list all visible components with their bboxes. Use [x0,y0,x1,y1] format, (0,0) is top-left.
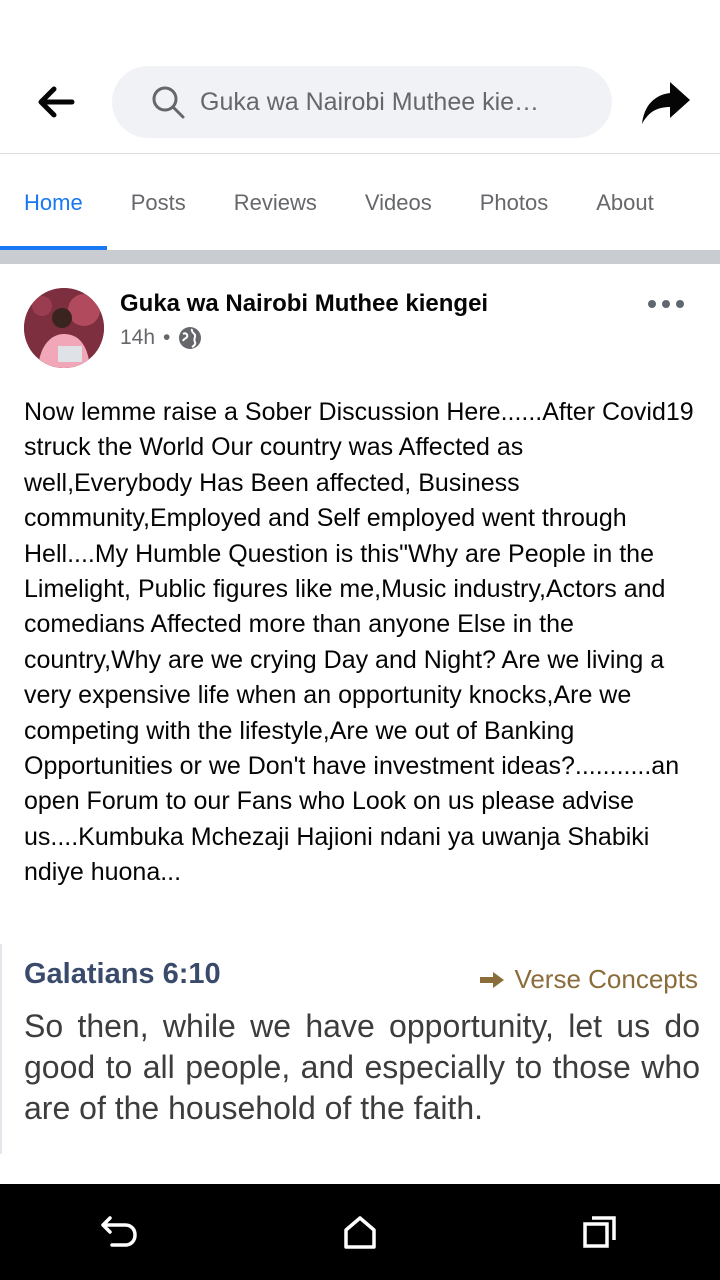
verse-text: So then, while we have opportunity, let … [24,1008,700,1126]
more-horizontal-icon [648,300,656,308]
page-tabs: Home Posts Reviews Videos Photos About [0,155,720,250]
system-home-button[interactable] [330,1202,390,1262]
tab-home[interactable]: Home [0,155,107,250]
verse-reference: Galatians 6:10 [24,958,221,990]
tab-photos[interactable]: Photos [456,155,573,250]
share-icon [642,82,690,124]
verse-concepts-link: Verse Concepts [480,964,698,995]
post-card: Guka wa Nairobi Muthee kiengei 14h • Now… [0,264,720,1184]
globe-icon [179,327,202,349]
avatar[interactable] [24,288,104,368]
post-meta: 14h • [120,326,202,350]
post-author[interactable]: Guka wa Nairobi Muthee kiengei [120,290,488,318]
tab-posts[interactable]: Posts [107,155,210,250]
verse-concepts-label: Verse Concepts [514,964,698,994]
more-options-button[interactable] [648,292,684,316]
meta-separator: • [163,326,171,349]
system-recents-button[interactable] [570,1202,630,1262]
system-nav-bar [0,1184,720,1280]
system-home-icon [344,1216,376,1249]
section-divider [0,250,720,264]
system-back-button[interactable] [90,1202,150,1262]
tab-reviews[interactable]: Reviews [210,155,341,250]
search-bar[interactable]: Guka wa Nairobi Muthee kie… [112,66,612,138]
tab-about[interactable]: About [572,155,678,250]
post-time[interactable]: 14h [120,326,155,350]
arrow-right-icon [480,971,505,988]
back-button[interactable] [30,80,82,124]
tab-videos[interactable]: Videos [341,155,456,250]
system-recents-icon [583,1216,616,1248]
system-back-icon [101,1216,137,1247]
verse-image[interactable]: Galatians 6:10 Verse Concepts So then, w… [0,944,720,1154]
share-button[interactable] [640,78,692,128]
post-text: Now lemme raise a Sober Discussion Here.… [24,398,694,887]
search-query: Guka wa Nairobi Muthee kie… [200,87,540,116]
search-icon [152,86,185,119]
top-bar: Guka wa Nairobi Muthee kie… [0,0,720,154]
arrow-left-icon [38,86,75,118]
